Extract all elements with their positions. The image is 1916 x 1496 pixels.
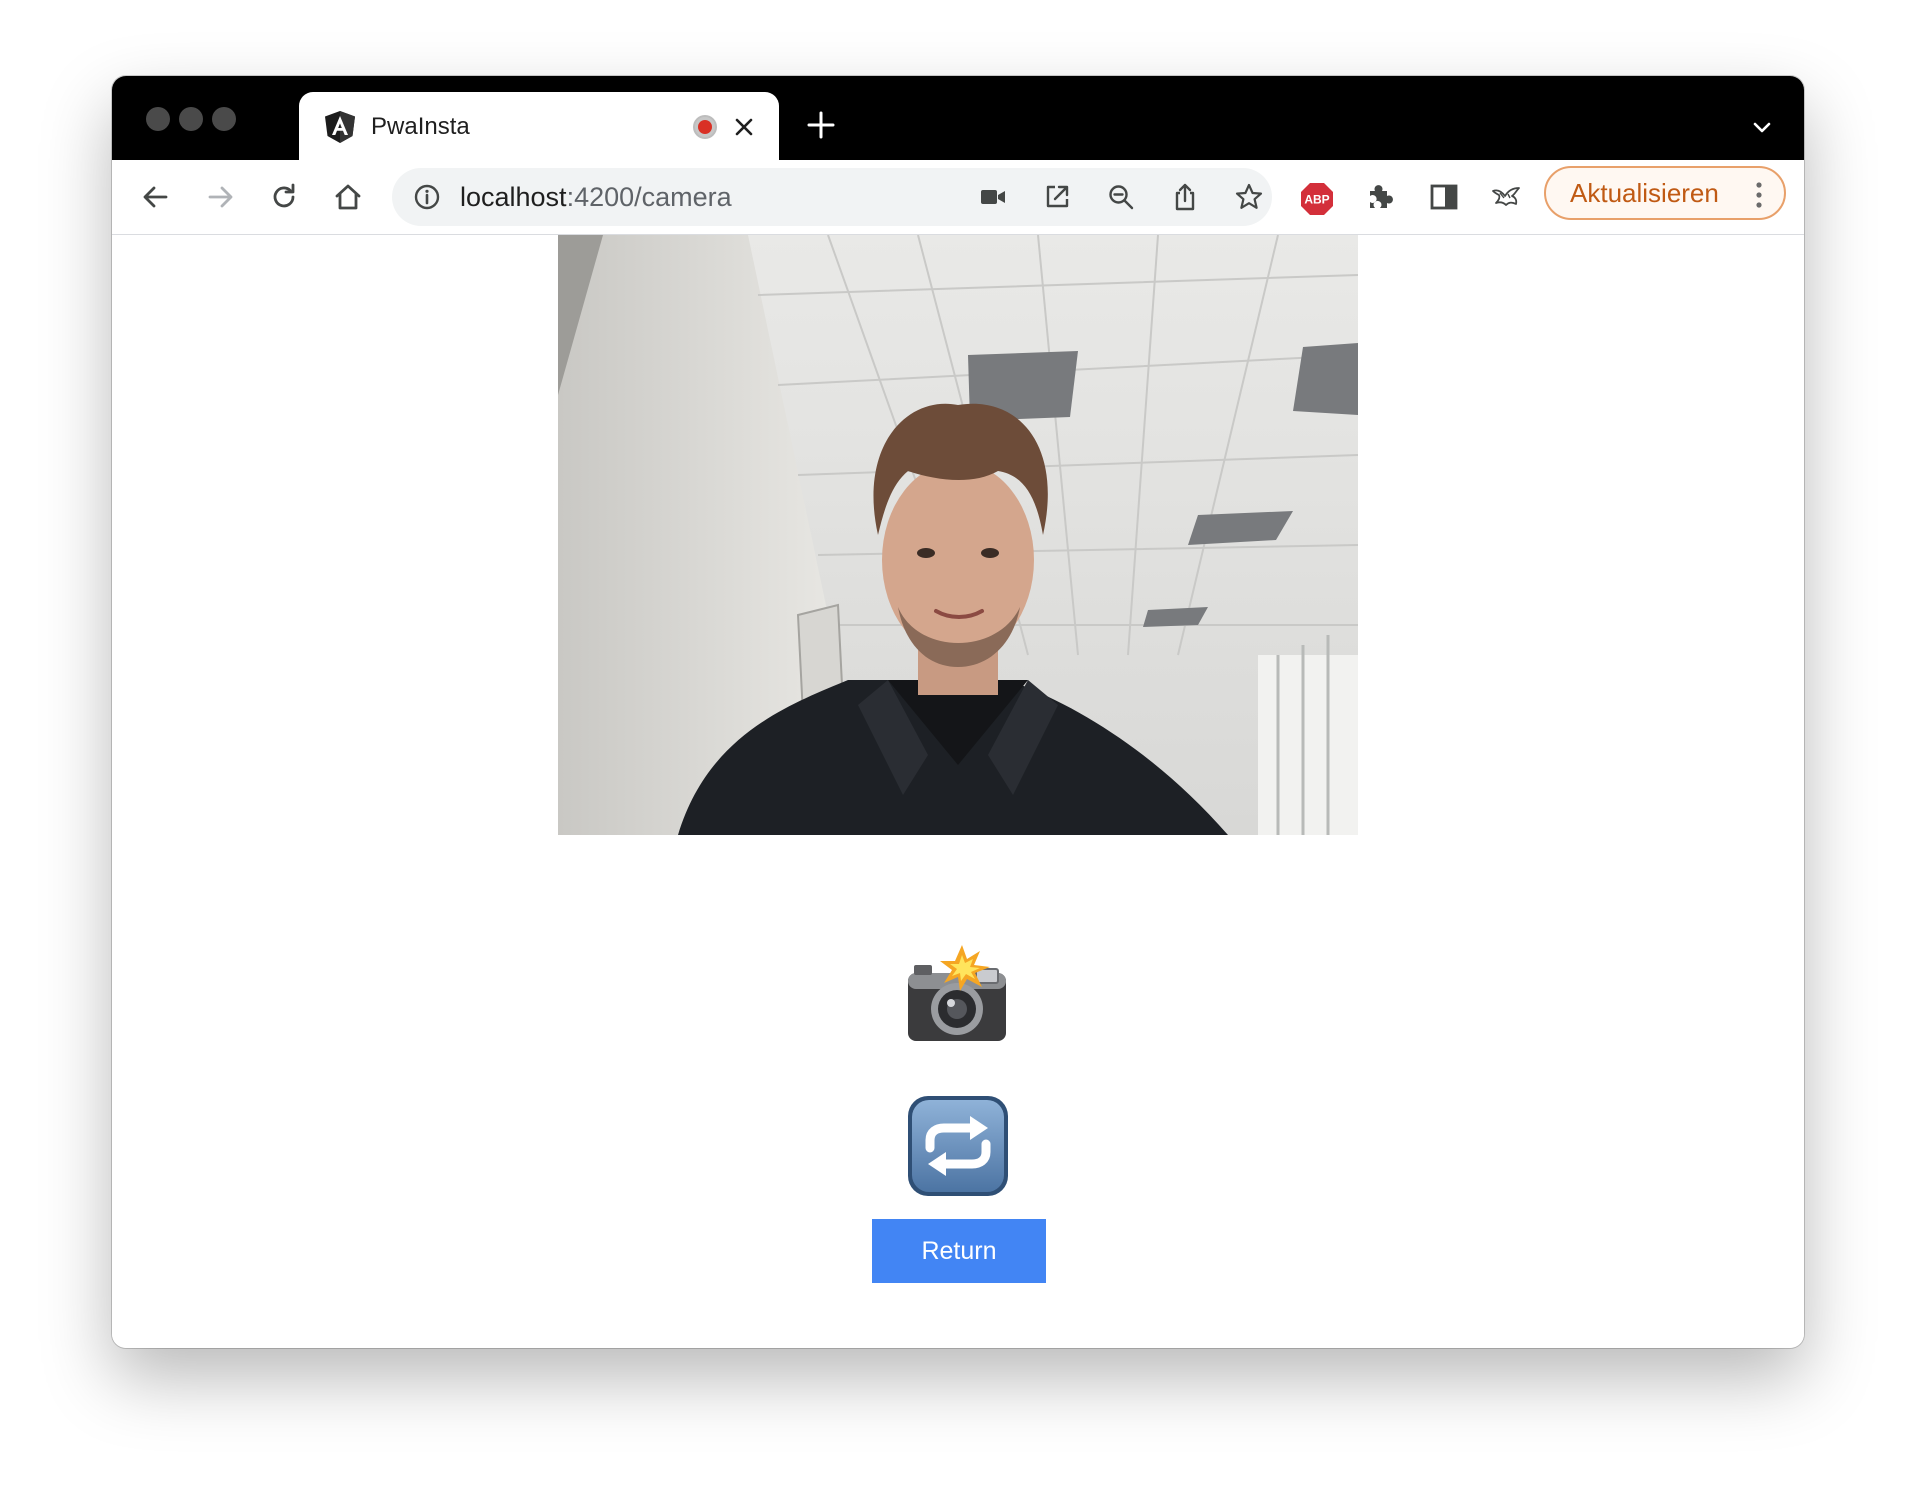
home-icon[interactable]	[330, 179, 366, 215]
url-path: :4200/camera	[566, 182, 732, 212]
window-zoom-control[interactable]	[212, 107, 236, 131]
close-icon[interactable]	[731, 114, 757, 140]
record-icon	[693, 115, 717, 139]
page-content: Return	[112, 235, 1804, 1348]
puzzle-icon[interactable]	[1362, 179, 1398, 215]
address-bar[interactable]: localhost:4200/camera	[392, 168, 1272, 226]
update-button[interactable]: Aktualisieren	[1544, 166, 1786, 220]
info-icon[interactable]	[412, 182, 442, 212]
share-icon[interactable]	[1170, 182, 1200, 212]
sidebar-icon[interactable]	[1426, 179, 1462, 215]
browser-window: PwaInsta localhost:4200/camera ABP Aktua…	[112, 76, 1804, 1348]
tab-title: PwaInsta	[371, 113, 470, 140]
webcam-video	[558, 235, 1358, 835]
tab-strip: PwaInsta	[112, 76, 1804, 160]
active-tab[interactable]: PwaInsta	[299, 92, 779, 160]
adblock-icon[interactable]: ABP	[1300, 182, 1334, 216]
return-button[interactable]: Return	[872, 1219, 1046, 1283]
url-host: localhost	[460, 182, 567, 212]
reload-icon[interactable]	[266, 179, 302, 215]
adblock-label: ABP	[1304, 193, 1329, 207]
bird-icon[interactable]	[1488, 179, 1524, 215]
angular-icon	[325, 111, 355, 143]
browser-toolbar: localhost:4200/camera ABP Aktualisieren	[112, 160, 1804, 235]
chevron-down-icon[interactable]	[1750, 116, 1774, 140]
open-external-icon[interactable]	[1042, 182, 1072, 212]
camera-with-flash-icon[interactable]	[904, 943, 1010, 1049]
forward-arrow-icon[interactable]	[202, 179, 238, 215]
update-label: Aktualisieren	[1570, 178, 1719, 208]
kebab-menu-icon[interactable]	[1754, 180, 1764, 210]
repeat-arrows-icon[interactable]	[906, 1094, 1010, 1198]
zoom-out-icon[interactable]	[1106, 182, 1136, 212]
plus-icon[interactable]	[806, 110, 836, 140]
window-close-control[interactable]	[146, 107, 170, 131]
url-text[interactable]: localhost:4200/camera	[460, 181, 732, 213]
back-arrow-icon[interactable]	[138, 179, 174, 215]
window-minimize-control[interactable]	[179, 107, 203, 131]
video-camera-icon[interactable]	[978, 182, 1008, 212]
star-icon[interactable]	[1234, 182, 1264, 212]
